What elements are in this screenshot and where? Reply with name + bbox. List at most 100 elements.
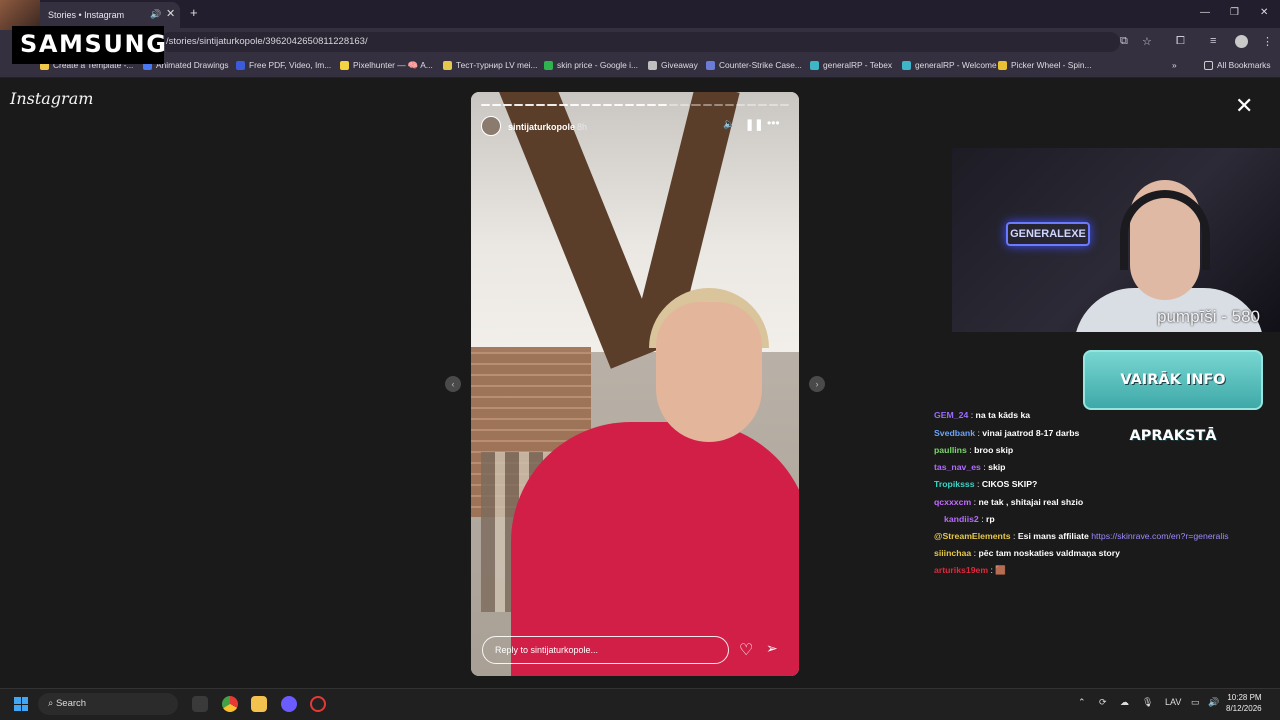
obs-icon[interactable] bbox=[310, 696, 326, 712]
chat-message: paullins : broo skip bbox=[934, 445, 1013, 459]
volume-icon[interactable]: 🔈 bbox=[723, 119, 735, 130]
chat-message: Svedbank : vinai jaatrod 8-17 darbs bbox=[934, 428, 1079, 442]
story-progress-bar bbox=[481, 104, 790, 107]
all-bookmarks[interactable]: All Bookmarks bbox=[1204, 60, 1271, 70]
chat-username[interactable]: Svedbank bbox=[934, 428, 975, 438]
network-icon[interactable]: ⟳ bbox=[1099, 697, 1107, 708]
story-progress-segment bbox=[724, 104, 734, 106]
discord-icon[interactable] bbox=[281, 696, 297, 712]
bookmark-item[interactable]: Pixelhunter — 🧠 A... bbox=[340, 60, 433, 71]
chat-username[interactable]: tas_nav_es bbox=[934, 462, 981, 472]
reply-input[interactable]: Reply to sintijaturkopole... bbox=[482, 636, 729, 664]
chat-username[interactable]: @StreamElements bbox=[934, 531, 1011, 541]
chat-message: siiinchaa : pēc tam noskaties valdmaņa s… bbox=[934, 548, 1120, 562]
language-indicator[interactable]: LAV bbox=[1165, 697, 1181, 707]
story-progress-segment bbox=[580, 104, 590, 106]
story-viewer[interactable]: sintijaturkopole 8h 🔈 ❚❚ ••• Reply to si… bbox=[471, 92, 799, 676]
new-tab-button[interactable]: + bbox=[190, 5, 198, 20]
cast-icon[interactable]: ⧉ bbox=[1120, 35, 1128, 48]
next-story-button[interactable]: › bbox=[809, 376, 825, 392]
chat-text: pēc tam noskaties valdmaņa story bbox=[978, 547, 1120, 558]
chevron-right-icon[interactable]: » bbox=[1172, 60, 1177, 70]
bookmark-item[interactable]: Giveaway bbox=[648, 60, 698, 70]
story-username[interactable]: sintijaturkopole bbox=[508, 122, 575, 132]
heart-icon[interactable]: ♡ bbox=[739, 640, 753, 660]
url-text: /stories/sintijaturkopole/39620426508112… bbox=[166, 36, 368, 47]
story-progress-segment bbox=[658, 104, 668, 106]
instagram-logo[interactable]: Instagram bbox=[10, 89, 93, 108]
streamer-webcam: GENERALEXE pumpīši - 580 bbox=[952, 148, 1280, 332]
bookmark-item[interactable]: Picker Wheel - Spin... bbox=[998, 60, 1092, 70]
system-clock[interactable]: 10:28 PM 8/12/2026 bbox=[1226, 692, 1262, 714]
taskbar-search-label: Search bbox=[55, 698, 87, 709]
story-progress-segment bbox=[746, 104, 756, 106]
chevron-up-icon[interactable]: ⌃ bbox=[1078, 697, 1086, 708]
address-bar[interactable]: /stories/sintijaturkopole/39620426508112… bbox=[160, 32, 1120, 52]
bookmark-item[interactable]: Тест-турнир LV mei... bbox=[443, 60, 538, 70]
pause-icon[interactable]: ❚❚ bbox=[745, 118, 763, 131]
task-view-icon[interactable] bbox=[192, 696, 208, 712]
reply-placeholder: Reply to sintijaturkopole... bbox=[495, 645, 599, 655]
story-progress-segment bbox=[647, 104, 657, 106]
chat-username[interactable]: paullins bbox=[934, 445, 967, 455]
close-window-icon[interactable]: ✕ bbox=[1260, 7, 1268, 18]
minimize-icon[interactable]: — bbox=[1200, 7, 1210, 18]
chat-separator: : bbox=[978, 513, 987, 524]
display-icon[interactable]: ▭ bbox=[1191, 697, 1200, 708]
restore-icon[interactable]: ❐ bbox=[1230, 7, 1239, 18]
more-options-icon[interactable]: ••• bbox=[767, 116, 780, 130]
microphone-icon[interactable]: 🎙 bbox=[1142, 697, 1153, 708]
story-user-avatar[interactable] bbox=[481, 116, 501, 136]
chat-username[interactable]: kandiis2 bbox=[944, 514, 979, 524]
close-story-icon[interactable]: ✕ bbox=[1235, 93, 1253, 119]
media-icon[interactable]: ≡ bbox=[1210, 35, 1216, 47]
chat-link[interactable]: https://skinrave.com/en?r=generalis bbox=[1089, 531, 1228, 541]
bookmark-item[interactable]: skin price - Google i... bbox=[544, 60, 638, 70]
windows-start-icon[interactable] bbox=[14, 697, 28, 711]
story-image-person-face bbox=[656, 302, 762, 442]
chat-username[interactable]: GEM_24 bbox=[934, 410, 968, 420]
chat-separator: : bbox=[966, 445, 975, 456]
bookmark-favicon-icon bbox=[902, 60, 911, 70]
tab-title: Stories • Instagram bbox=[48, 10, 125, 20]
chat-separator: : bbox=[968, 410, 976, 420]
story-progress-segment bbox=[536, 104, 546, 106]
bookmark-item[interactable]: Counter-Strike Case... bbox=[706, 60, 802, 70]
bookmark-item[interactable]: Free PDF, Video, Im... bbox=[236, 60, 331, 70]
bookmark-item[interactable]: generalRP - Welcome bbox=[902, 60, 997, 70]
chat-text: rp bbox=[986, 513, 995, 524]
bookmark-favicon-icon bbox=[236, 60, 245, 70]
story-progress-segment bbox=[702, 104, 712, 106]
taskbar-search[interactable]: ⌕ Search bbox=[38, 693, 178, 715]
chrome-icon[interactable] bbox=[222, 696, 238, 712]
story-progress-segment bbox=[691, 104, 701, 106]
file-explorer-icon[interactable] bbox=[251, 696, 267, 712]
volume-tray-icon[interactable]: 🔊 bbox=[1208, 697, 1219, 708]
chat-username[interactable]: siiinchaa bbox=[934, 548, 971, 558]
send-icon[interactable]: ➢ bbox=[766, 640, 778, 657]
chat-message: Tropiksss : CIKOS SKIP? bbox=[934, 479, 1037, 493]
speaker-icon[interactable]: 🔊 bbox=[150, 9, 161, 20]
bookmark-favicon-icon bbox=[443, 60, 452, 70]
close-tab-icon[interactable]: ✕ bbox=[166, 7, 175, 20]
bookmark-item[interactable]: generalRP - Tebex bbox=[810, 60, 892, 70]
star-icon[interactable]: ☆ bbox=[1142, 35, 1152, 48]
chat-username[interactable]: Tropiksss bbox=[934, 479, 975, 489]
points-counter: pumpīši - 580 bbox=[1157, 307, 1260, 326]
chat-text: CIKOS SKIP? bbox=[981, 479, 1038, 490]
bookmark-label: Giveaway bbox=[661, 60, 698, 70]
chat-username[interactable]: arturiks19em bbox=[934, 565, 988, 575]
profile-avatar[interactable] bbox=[1235, 35, 1248, 48]
chat-message: arturiks19em : 🟫 bbox=[934, 565, 1006, 579]
chat-message: GEM_24 : na ta kāds ka bbox=[934, 410, 1030, 424]
chat-username[interactable]: qcxxxcm bbox=[934, 497, 971, 507]
menu-icon[interactable]: ⋮ bbox=[1262, 35, 1273, 48]
chat-text: skip bbox=[988, 462, 1006, 473]
cloud-icon[interactable]: ☁ bbox=[1120, 697, 1129, 708]
story-progress-segment bbox=[757, 104, 768, 106]
chat-text: na ta kāds ka bbox=[975, 410, 1031, 420]
previous-story-button[interactable]: ‹ bbox=[445, 376, 461, 392]
chat-text: vinai jaatrod 8-17 darbs bbox=[982, 428, 1080, 439]
extensions-icon[interactable]: ⧠ bbox=[1176, 35, 1185, 48]
bookmark-label: generalRP - Welcome bbox=[915, 60, 997, 70]
